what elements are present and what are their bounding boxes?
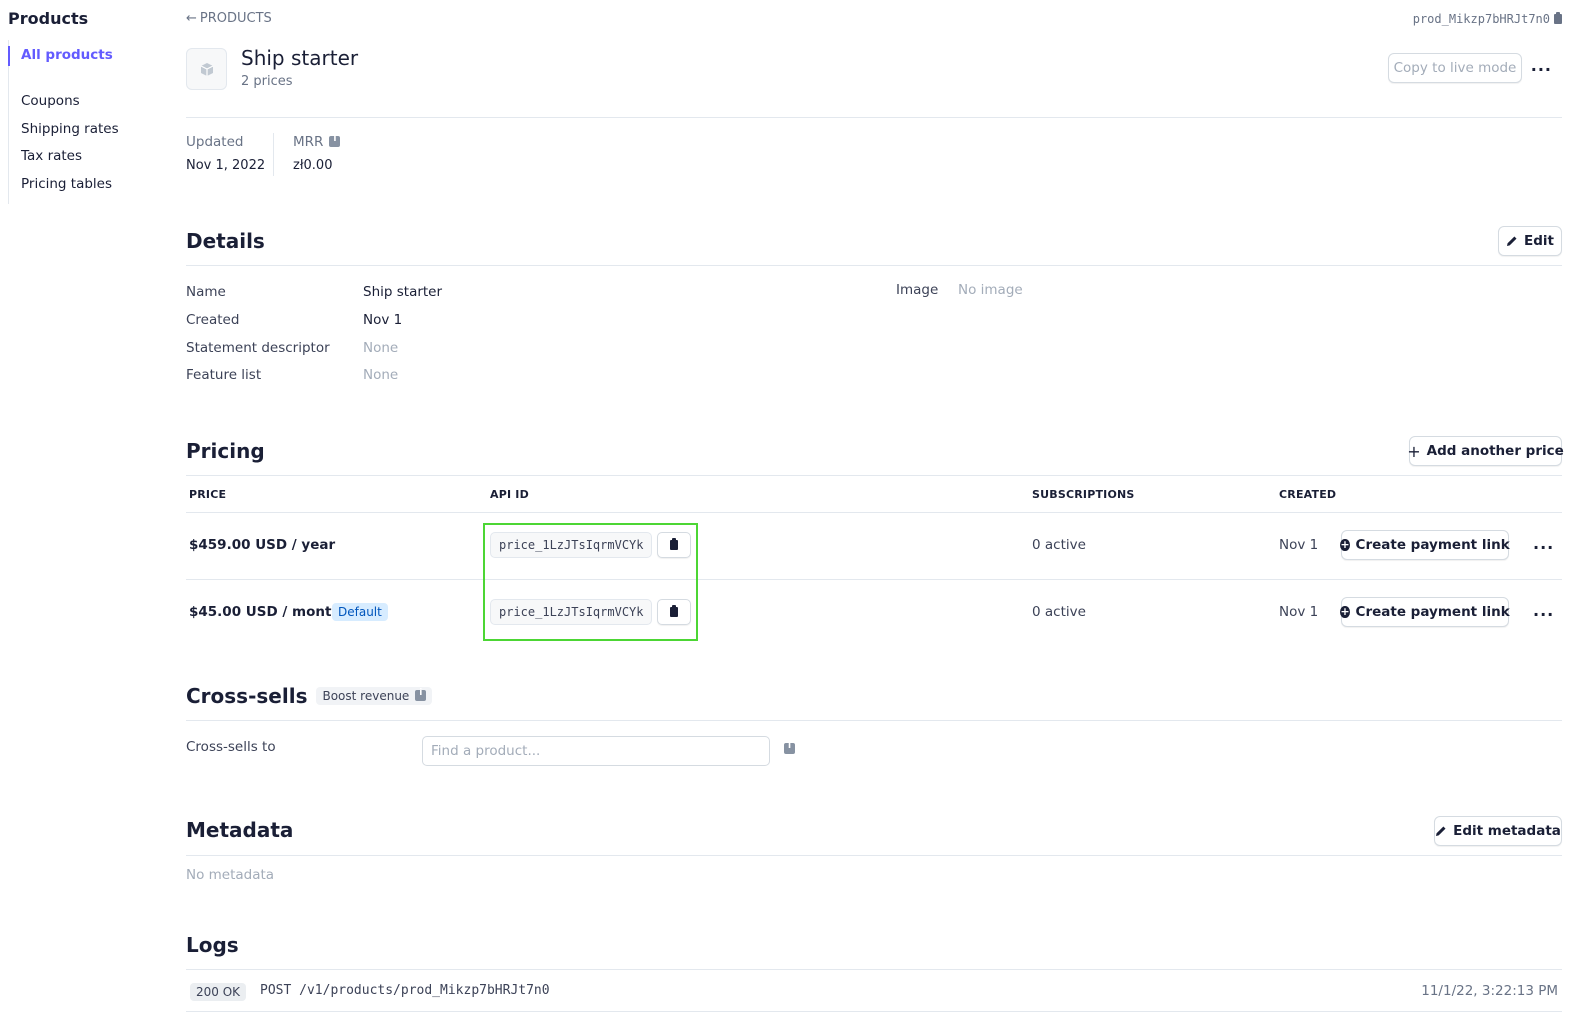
create-payment-link-label: Create payment link <box>1355 604 1510 620</box>
highlight-box <box>483 523 698 641</box>
price-amount[interactable]: $459.00 USD / year <box>189 537 335 553</box>
boost-revenue-label: Boost revenue <box>322 689 410 703</box>
divider <box>186 720 1562 721</box>
breadcrumb[interactable]: ← PRODUCTS <box>186 11 272 26</box>
add-another-price-label: Add another price <box>1426 443 1564 459</box>
log-entry-row[interactable]: 200 OK POST /v1/products/prod_Mikzp7bHRJ… <box>190 983 1562 1001</box>
product-image-placeholder <box>186 48 227 90</box>
sidebar-nav-list: All products Coupons Shipping rates Tax … <box>8 40 158 204</box>
cross-sells-heading: Cross-sells <box>186 684 308 708</box>
info-icon[interactable] <box>329 134 341 147</box>
create-payment-link-button[interactable]: + Create payment link <box>1340 597 1510 627</box>
create-payment-link-label: Create payment link <box>1355 537 1510 553</box>
mrr-label: MRR <box>293 134 341 150</box>
column-header-subscriptions[interactable]: SUBSCRIPTIONS <box>1032 488 1135 501</box>
sidebar-item-tax-rates[interactable]: Tax rates <box>21 148 82 164</box>
column-header-price[interactable]: PRICE <box>189 488 226 501</box>
log-request: POST /v1/products/prod_Mikzp7bHRJt7n0 <box>260 983 550 998</box>
no-metadata-text: No metadata <box>186 867 275 883</box>
detail-label-created: Created <box>186 312 240 328</box>
detail-label-name: Name <box>186 284 226 300</box>
created-date: Nov 1 <box>1279 537 1319 553</box>
detail-value-statement-descriptor: None <box>363 340 399 356</box>
detail-label-feature-list: Feature list <box>186 367 262 383</box>
box-icon <box>200 62 213 76</box>
price-amount[interactable]: $45.00 USD / month <box>189 604 341 620</box>
cross-sells-header: Cross-sells Boost revenue <box>186 684 433 708</box>
subscriptions-count: 0 active <box>1032 537 1086 553</box>
subscriptions-count: 0 active <box>1032 604 1086 620</box>
column-header-api-id[interactable]: API ID <box>490 488 529 501</box>
plus-circle-icon: + <box>1340 538 1350 551</box>
create-payment-link-button[interactable]: + Create payment link <box>1340 530 1510 560</box>
column-header-created[interactable]: CREATED <box>1279 488 1336 501</box>
divider <box>186 579 1562 580</box>
divider <box>186 969 1562 970</box>
sidebar-item-pricing-tables[interactable]: Pricing tables <box>21 176 112 192</box>
divider <box>186 265 1562 266</box>
stats-divider <box>273 133 274 176</box>
info-icon[interactable] <box>784 741 795 754</box>
detail-value-created: Nov 1 <box>363 312 403 328</box>
divider <box>186 1011 1562 1012</box>
divider <box>186 855 1562 856</box>
plus-icon: + <box>1407 441 1421 461</box>
arrow-left-icon: ← <box>186 11 197 26</box>
mrr-label-text: MRR <box>293 134 324 150</box>
edit-details-button[interactable]: Edit <box>1498 226 1562 256</box>
log-timestamp: 11/1/22, 3:22:13 PM <box>1421 983 1558 999</box>
image-label: Image <box>896 282 939 298</box>
row-more-actions-button[interactable]: ... <box>1533 601 1554 620</box>
divider <box>186 117 1562 118</box>
details-heading: Details <box>186 229 265 253</box>
plus-circle-icon: + <box>1340 605 1350 618</box>
default-badge: Default <box>332 603 388 621</box>
product-title: Ship starter <box>241 46 359 70</box>
metadata-heading: Metadata <box>186 818 294 842</box>
updated-label: Updated <box>186 134 244 150</box>
image-value: No image <box>958 282 1023 298</box>
sidebar-title: Products <box>8 9 89 28</box>
mrr-value: zł0.00 <box>293 158 333 173</box>
info-icon <box>415 688 427 701</box>
edit-metadata-label: Edit metadata <box>1453 823 1561 839</box>
add-another-price-button[interactable]: + Add another price <box>1407 436 1564 466</box>
product-subtitle: 2 prices <box>241 74 293 89</box>
product-id-text: prod_Mikzp7bHRJt7n0 <box>1412 12 1550 26</box>
sidebar-item-coupons[interactable]: Coupons <box>21 93 80 109</box>
copy-to-live-mode-button[interactable]: Copy to live mode <box>1388 53 1522 83</box>
boost-revenue-badge[interactable]: Boost revenue <box>316 687 433 705</box>
detail-value-name: Ship starter <box>363 284 443 300</box>
product-id[interactable]: prod_Mikzp7bHRJt7n0 <box>1413 12 1562 26</box>
sidebar-item-shipping-rates[interactable]: Shipping rates <box>21 121 119 137</box>
pencil-icon <box>1436 826 1446 836</box>
main-content: ← PRODUCTS prod_Mikzp7bHRJt7n0 Ship start… <box>186 0 1564 1024</box>
clipboard-icon[interactable] <box>1554 12 1562 24</box>
active-indicator <box>8 46 10 66</box>
detail-label-statement-descriptor: Statement descriptor <box>186 340 330 356</box>
edit-metadata-button[interactable]: Edit metadata <box>1434 816 1562 846</box>
pencil-icon <box>1507 236 1517 246</box>
edit-details-label: Edit <box>1524 233 1554 249</box>
logs-heading: Logs <box>186 933 239 957</box>
divider <box>186 475 1562 476</box>
more-actions-button[interactable]: ... <box>1531 56 1552 75</box>
divider <box>186 512 1562 513</box>
row-more-actions-button[interactable]: ... <box>1533 534 1554 553</box>
find-product-input[interactable] <box>422 736 770 766</box>
sidebar-item-all-products[interactable]: All products <box>21 47 113 63</box>
detail-value-feature-list: None <box>363 367 399 383</box>
status-badge: 200 OK <box>190 983 247 1001</box>
cross-sells-to-label: Cross-sells to <box>186 739 276 755</box>
pricing-heading: Pricing <box>186 439 265 463</box>
breadcrumb-label: PRODUCTS <box>199 11 272 26</box>
created-date: Nov 1 <box>1279 604 1319 620</box>
updated-value: Nov 1, 2022 <box>186 158 266 173</box>
